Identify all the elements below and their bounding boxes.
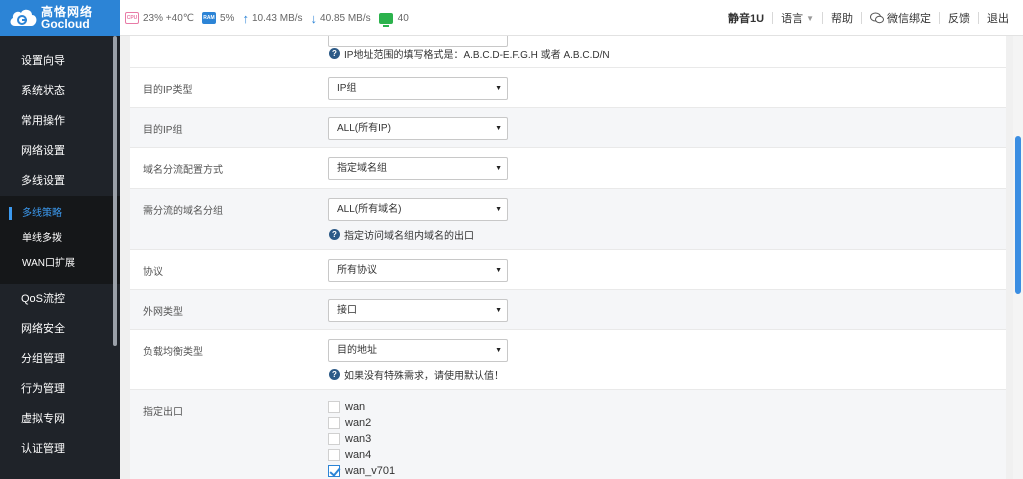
feedback-link[interactable]: 反馈	[940, 10, 978, 26]
cpu-icon: CPU	[125, 12, 139, 24]
brand-name-en: Gocloud	[41, 17, 90, 31]
sidebar: 设置向导 系统状态 常用操作 网络设置 多线设置 多线策略 单线多拨 WAN口扩…	[0, 36, 120, 479]
ram-icon: RAM	[202, 12, 216, 24]
form-row-ip-range: ? IP地址范围的填写格式是：A.B.C.D-E.F.G.H 或者 A.B.C.…	[130, 36, 1006, 68]
sidebar-item-vpn[interactable]: 虚拟专网	[0, 404, 120, 434]
dest-ip-type-select[interactable]: IP组 ▼	[328, 77, 508, 100]
exit-option[interactable]: wan2	[328, 415, 395, 431]
language-menu[interactable]: 语言 ▼	[773, 10, 822, 26]
sidebar-item-multiline-settings[interactable]: 多线设置	[0, 166, 120, 196]
checkbox[interactable]	[328, 449, 340, 461]
exit-option[interactable]: wan3	[328, 431, 395, 447]
wan-type-label: 外网类型	[143, 307, 183, 318]
sidebar-item-network-security[interactable]: 网络安全	[0, 314, 120, 344]
form-row-exit: 指定出口 wan wan2 wan3 wan4 wan_v701	[130, 390, 1006, 479]
sidebar-item-multiline-policy[interactable]: 多线策略	[0, 201, 120, 226]
sidebar-item-network-settings[interactable]: 网络设置	[0, 136, 120, 166]
download-value: 40.85 MB/s	[320, 12, 371, 24]
sidebar-item-common-ops[interactable]: 常用操作	[0, 106, 120, 136]
wechat-bind-link[interactable]: 微信绑定	[862, 10, 939, 26]
sidebar-item-group-management[interactable]: 分组管理	[0, 344, 120, 374]
mute-link[interactable]: 静音1U	[720, 10, 772, 26]
dropdown-arrow-icon: ▼	[495, 307, 502, 314]
sidebar-item-behavior-management[interactable]: 行为管理	[0, 374, 120, 404]
brand-logo[interactable]: 高恪网络 Gocloud	[0, 0, 120, 36]
form-row-wan-type: 外网类型 接口 ▼	[130, 290, 1006, 330]
exit-option[interactable]: wan	[328, 399, 395, 415]
language-label: 语言	[781, 13, 804, 25]
sidebar-item-qos[interactable]: QoS流控	[0, 284, 120, 314]
checkbox-checked[interactable]	[328, 465, 340, 477]
dropdown-arrow-icon: ▼	[495, 125, 502, 132]
form-row-lb-type: 负载均衡类型 目的地址 ▼ ? 如果没有特殊需求，请使用默认值！	[130, 330, 1006, 390]
system-stats: CPU 23% +40℃ RAM 5% ↑ 10.43 MB/s ↓ 40.85…	[125, 0, 417, 36]
caret-down-icon: ▼	[806, 13, 814, 23]
lb-type-select[interactable]: 目的地址 ▼	[328, 339, 508, 362]
upload-stat: ↑ 10.43 MB/s	[242, 11, 302, 26]
domain-mode-select[interactable]: 指定域名组 ▼	[328, 157, 508, 180]
sidebar-item-single-line-multidial[interactable]: 单线多拨	[0, 226, 120, 251]
cpu-stat: CPU 23% +40℃	[125, 12, 194, 24]
wechat-bind-label: 微信绑定	[887, 13, 931, 25]
logout-link[interactable]: 退出	[979, 10, 1017, 26]
ip-range-hint: ? IP地址范围的填写格式是：A.B.C.D-E.F.G.H 或者 A.B.C.…	[329, 46, 610, 61]
cloud-logo-icon	[8, 7, 38, 29]
form-row-dest-ip-group: 目的IP组 ALL(所有IP) ▼	[130, 108, 1006, 148]
question-icon: ?	[329, 48, 340, 59]
lb-type-label: 负载均衡类型	[143, 347, 203, 358]
dropdown-arrow-icon: ▼	[495, 267, 502, 274]
sidebar-item-system-status[interactable]: 系统状态	[0, 76, 120, 106]
monitor-icon	[378, 12, 393, 27]
lb-type-hint: ? 如果没有特殊需求，请使用默认值！	[329, 367, 504, 382]
page-scrollbar[interactable]	[1013, 36, 1023, 479]
form-row-protocol: 协议 所有协议 ▼	[130, 250, 1006, 290]
upload-arrow-icon: ↑	[242, 10, 249, 26]
checkbox[interactable]	[328, 433, 340, 445]
exit-option[interactable]: wan4	[328, 447, 395, 463]
form-row-domain-group: 需分流的域名分组 ALL(所有域名) ▼ ? 指定访问域名组内域名的出口	[130, 189, 1006, 250]
policy-form: ? IP地址范围的填写格式是：A.B.C.D-E.F.G.H 或者 A.B.C.…	[130, 36, 1006, 479]
sidebar-submenu: 多线策略 单线多拨 WAN口扩展	[0, 196, 120, 284]
protocol-label: 协议	[143, 267, 163, 278]
exit-label: 指定出口	[143, 407, 183, 418]
question-icon: ?	[329, 229, 340, 240]
dest-ip-type-label: 目的IP类型	[143, 85, 193, 96]
download-arrow-icon: ↓	[310, 10, 318, 26]
sidebar-item-wan-expand[interactable]: WAN口扩展	[0, 251, 120, 276]
dest-ip-group-label: 目的IP组	[143, 125, 183, 136]
dest-ip-group-select[interactable]: ALL(所有IP) ▼	[328, 117, 508, 140]
download-stat: ↓ 40.85 MB/s	[311, 11, 371, 26]
ram-value: 5%	[220, 12, 235, 24]
exit-option[interactable]: wan_v701	[328, 463, 395, 479]
domain-group-hint: ? 指定访问域名组内域名的出口	[329, 227, 474, 242]
form-row-dest-ip-type: 目的IP类型 IP组 ▼	[130, 68, 1006, 108]
help-link[interactable]: 帮助	[823, 10, 861, 26]
dropdown-arrow-icon: ▼	[495, 85, 502, 92]
cpu-value: 23% +40℃	[143, 12, 194, 24]
dropdown-arrow-icon: ▼	[495, 347, 502, 354]
domain-group-label: 需分流的域名分组	[143, 206, 223, 217]
question-icon: ?	[329, 369, 340, 380]
wechat-icon	[870, 12, 884, 24]
page-scrollbar-thumb[interactable]	[1015, 136, 1021, 294]
domain-group-select[interactable]: ALL(所有域名) ▼	[328, 198, 508, 221]
checkbox[interactable]	[328, 401, 340, 413]
domain-mode-label: 域名分流配置方式	[143, 165, 223, 176]
exit-checkbox-list: wan wan2 wan3 wan4 wan_v701	[328, 399, 395, 479]
top-bar: 高恪网络 Gocloud CPU 23% +40℃ RAM 5% ↑ 10.43…	[0, 0, 1023, 36]
sidebar-scrollbar[interactable]	[113, 36, 117, 346]
connections-value: 40	[397, 12, 409, 24]
sidebar-item-auth-management[interactable]: 认证管理	[0, 434, 120, 464]
form-row-domain-mode: 域名分流配置方式 指定域名组 ▼	[130, 148, 1006, 189]
connections-stat: 40	[378, 12, 409, 27]
upload-value: 10.43 MB/s	[251, 12, 303, 24]
dropdown-arrow-icon: ▼	[495, 165, 502, 172]
dropdown-arrow-icon: ▼	[495, 206, 502, 213]
top-nav: 静音1U 语言 ▼ 帮助 微信绑定 反馈 退出	[720, 0, 1017, 36]
checkbox[interactable]	[328, 417, 340, 429]
protocol-select[interactable]: 所有协议 ▼	[328, 259, 508, 282]
sidebar-item-setup-wizard[interactable]: 设置向导	[0, 46, 120, 76]
ram-stat: RAM 5%	[202, 12, 234, 24]
wan-type-select[interactable]: 接口 ▼	[328, 299, 508, 322]
